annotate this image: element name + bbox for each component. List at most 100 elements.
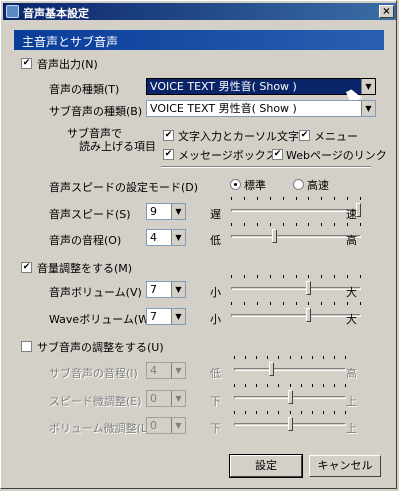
speed-fine-label: スピード微調整(E) <box>49 395 142 408</box>
cancel-button[interactable]: キャンセル <box>309 455 381 477</box>
volume-adjust-label: 音量調整をする(M) <box>37 262 133 275</box>
section-header: 主音声とサブ音声 <box>14 30 384 50</box>
slider-tick <box>231 275 232 278</box>
speed-low-label: 遅 <box>210 208 221 221</box>
sub-pitch-slider-track[interactable] <box>234 368 346 371</box>
slider-tick <box>231 223 232 226</box>
sub-pitch-select[interactable]: 4 ▼ <box>146 362 186 379</box>
speed-slider-track[interactable] <box>231 209 361 212</box>
slider-tick <box>345 411 346 414</box>
sub-voice-type-select[interactable]: VOICE TEXT 男性音( Show ) ▼ <box>146 100 376 117</box>
chevron-down-icon[interactable]: ▼ <box>171 391 185 406</box>
slider-tick <box>245 384 247 387</box>
divider <box>161 166 371 168</box>
read-web-links-label: Webページのリンク <box>286 149 387 162</box>
slider-tick <box>321 302 323 305</box>
read-text-input-label: 文字入力とカーソル文字 <box>178 130 299 143</box>
slider-tick <box>333 384 335 387</box>
chevron-down-icon[interactable]: ▼ <box>171 204 185 219</box>
chevron-down-icon[interactable]: ▼ <box>171 418 185 433</box>
chevron-down-icon[interactable]: ▼ <box>171 230 185 245</box>
speed-fine-value: 0 <box>150 392 157 405</box>
slider-tick <box>300 356 302 359</box>
speed-fine-select[interactable]: 0 ▼ <box>146 390 186 407</box>
speed-fine-slider-thumb[interactable] <box>287 390 293 404</box>
slider-tick <box>243 302 245 305</box>
chevron-down-icon[interactable]: ▼ <box>171 282 185 297</box>
wave-volume-slider-track[interactable] <box>231 314 361 317</box>
speed-mode-standard-radio[interactable] <box>230 179 241 190</box>
volume-fine-select[interactable]: 0 ▼ <box>146 417 186 434</box>
slider-tick <box>245 356 247 359</box>
read-text-input-checkbox[interactable]: ✔ <box>163 130 174 141</box>
slider-tick <box>231 197 232 200</box>
speed-fine-low-label: 下 <box>210 395 221 408</box>
slider-tick <box>347 223 349 226</box>
voice-volume-slider-track[interactable] <box>231 287 361 290</box>
voice-volume-low-label: 小 <box>210 286 221 299</box>
slider-tick <box>278 411 280 414</box>
sub-pitch-slider-thumb[interactable] <box>269 362 275 376</box>
pitch-select[interactable]: 4 ▼ <box>146 229 186 246</box>
sub-pitch-low-label: 低 <box>210 367 221 380</box>
read-menu-checkbox[interactable]: ✔ <box>299 130 310 141</box>
title-bar: 音声基本設定 × <box>3 3 396 20</box>
read-web-links-checkbox[interactable]: ✔ <box>272 149 283 160</box>
chevron-down-icon[interactable]: ▼ <box>171 309 185 324</box>
pitch-slider-thumb[interactable] <box>272 229 278 243</box>
slider-tick <box>308 197 310 200</box>
sub-adjust-checkbox[interactable] <box>21 341 32 352</box>
voice-volume-select[interactable]: 7 ▼ <box>146 281 186 298</box>
wave-volume-slider-thumb[interactable] <box>306 308 311 322</box>
slider-tick <box>347 197 349 200</box>
slider-tick <box>321 275 323 278</box>
slider-tick <box>321 223 323 226</box>
read-messagebox-checkbox[interactable]: ✔ <box>163 149 174 160</box>
speed-select[interactable]: 9 ▼ <box>146 203 186 220</box>
slider-tick <box>256 411 258 414</box>
wave-volume-select[interactable]: 7 ▼ <box>146 308 186 325</box>
pitch-slider-track[interactable] <box>231 235 361 238</box>
voice-volume-value: 7 <box>150 283 157 296</box>
voice-type-select[interactable]: VOICE TEXT 男性音( Show ) ▼ <box>146 78 376 95</box>
voice-type-value: VOICE TEXT 男性音( Show ) <box>150 80 297 93</box>
pitch-label: 音声の音程(O) <box>49 234 122 247</box>
close-button[interactable]: × <box>379 5 394 18</box>
slider-tick <box>245 411 247 414</box>
slider-tick <box>308 275 310 278</box>
slider-tick <box>289 356 291 359</box>
slider-tick <box>322 411 324 414</box>
slider-tick <box>321 197 323 200</box>
radio-selected-dot <box>234 183 237 186</box>
speed-fine-ticks <box>234 384 346 387</box>
volume-fine-low-label: 下 <box>210 422 221 435</box>
voice-volume-high-label: 大 <box>346 286 357 299</box>
slider-tick <box>243 275 245 278</box>
pitch-low-label: 低 <box>210 234 221 247</box>
dialog-window: 音声基本設定 × 主音声とサブ音声 ✔ 音声出力(N) 音声の種類(T) VOI… <box>0 0 397 489</box>
slider-tick <box>345 384 346 387</box>
chevron-down-icon[interactable]: ▼ <box>361 79 375 94</box>
volume-fine-slider-thumb[interactable] <box>287 417 293 431</box>
sub-voice-type-value: VOICE TEXT 男性音( Show ) <box>150 102 297 115</box>
slider-tick <box>282 275 284 278</box>
slider-tick <box>295 197 297 200</box>
slider-tick <box>295 275 297 278</box>
wave-volume-high-label: 大 <box>346 313 357 326</box>
speed-mode-fast-radio[interactable] <box>293 179 304 190</box>
slider-tick <box>269 223 271 226</box>
voice-volume-ticks <box>231 275 361 278</box>
volume-adjust-checkbox[interactable]: ✔ <box>21 262 32 273</box>
voice-output-checkbox[interactable]: ✔ <box>21 58 32 69</box>
wave-volume-value: 7 <box>150 310 157 323</box>
chevron-down-icon[interactable]: ▼ <box>171 363 185 378</box>
sub-read-label-2: 読み上げる項目 <box>79 140 156 153</box>
slider-tick <box>289 411 291 414</box>
voice-volume-slider-thumb[interactable] <box>306 281 311 295</box>
chevron-down-icon[interactable]: ▼ <box>361 101 375 116</box>
slider-tick <box>333 411 335 414</box>
window-title: 音声基本設定 <box>23 7 89 20</box>
ok-button[interactable]: 設定 <box>229 454 303 478</box>
slider-tick <box>269 197 271 200</box>
slider-tick <box>322 356 324 359</box>
